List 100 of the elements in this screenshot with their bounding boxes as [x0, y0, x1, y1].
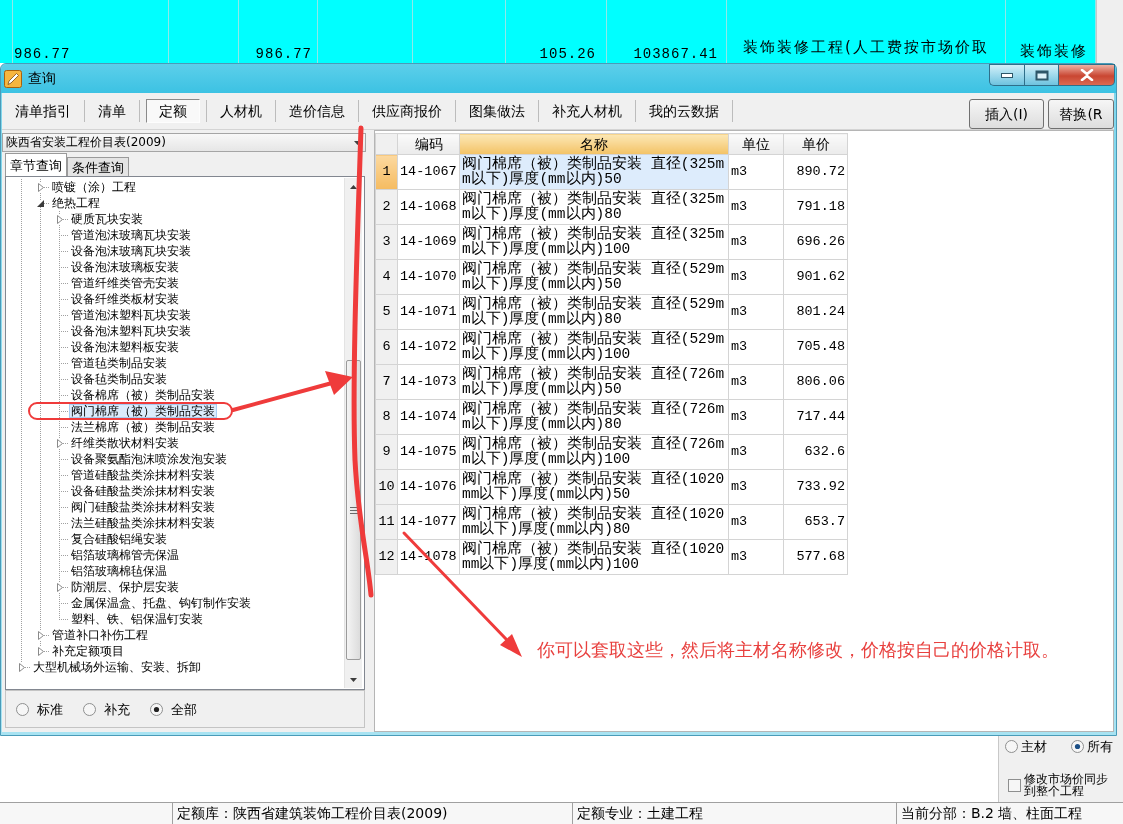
tree-item[interactable]: 铝箔玻璃棉毡保温 [69, 564, 169, 578]
radio-button[interactable]: 补充 [83, 701, 130, 717]
row-number: 4 [375, 259, 398, 295]
table-cell: m3 [728, 224, 784, 260]
table-cell: 632.6 [783, 434, 848, 470]
row-number: 1 [375, 154, 398, 190]
caret-right-icon[interactable] [18, 662, 25, 672]
minimize-button[interactable] [989, 64, 1024, 86]
toolbar-tab[interactable]: 图集做法 [456, 99, 538, 123]
caret-right-icon[interactable] [56, 438, 63, 448]
table-cell: m3 [728, 399, 784, 435]
radio-icon[interactable] [1005, 739, 1018, 753]
tree-item[interactable]: 设备棉席（被）类制品安装 [69, 388, 217, 402]
row-number: 11 [375, 504, 398, 540]
caret-down-right-icon[interactable] [37, 199, 44, 207]
tree-item[interactable]: 设备硅酸盐类涂抹材料安装 [69, 484, 217, 498]
replace-button[interactable]: 替换(R [1048, 99, 1114, 129]
table-cell: 阀门棉席（被）类制品安装 直径(325mm以下)厚度(mm以内)100 [459, 224, 729, 260]
table-cell: 717.44 [783, 399, 848, 435]
caret-up-icon [350, 184, 357, 189]
toolbar-tab[interactable]: 供应商报价 [359, 99, 455, 123]
table-cell: m3 [728, 329, 784, 365]
caret-right-icon[interactable] [37, 182, 44, 192]
tree-item[interactable]: 金属保温盒、托盘、钩钉制作安装 [69, 596, 253, 610]
column-header[interactable]: 单位 [728, 133, 784, 155]
radio-icon[interactable] [1071, 739, 1084, 753]
radio-button[interactable]: 全部 [150, 701, 197, 717]
scrollbar[interactable] [1096, 0, 1123, 63]
radio-button[interactable]: 主材 [1005, 738, 1047, 754]
tree-item[interactable]: 防潮层、保护层安装 [69, 580, 181, 594]
radio-icon[interactable] [150, 702, 163, 716]
table-cell: 阀门棉席（被）类制品安装 直径(1020mm以下)厚度(mm以内)100 [459, 539, 729, 575]
tree-item[interactable]: 塑料、铁、铝保温钉安装 [69, 612, 205, 626]
row-number: 8 [375, 399, 398, 435]
toolbar-tab[interactable]: 清单 [85, 99, 139, 123]
tree-item[interactable]: 管道泡沫玻璃瓦块安装 [69, 228, 193, 242]
tree-item[interactable]: 补充定额项目 [50, 644, 126, 658]
tree-item[interactable]: 阀门硅酸盐类涂抹材料安装 [69, 500, 217, 514]
header-corner [375, 133, 398, 155]
table-cell: m3 [728, 154, 784, 190]
table-cell: m3 [728, 504, 784, 540]
grip-icon [349, 506, 358, 514]
tree-item[interactable]: 设备泡沫塑料板安装 [69, 340, 181, 354]
tree-item[interactable]: 设备泡沫玻璃瓦块安装 [69, 244, 193, 258]
checkbox-icon[interactable] [1008, 778, 1021, 792]
tree-item[interactable]: 设备泡沫玻璃板安装 [69, 260, 181, 274]
tree-item[interactable]: 设备纤维类板材安装 [69, 292, 181, 306]
radio-button[interactable]: 所有 [1071, 738, 1113, 754]
toolbar-tab[interactable]: 清单指引 [2, 99, 84, 123]
close-button[interactable] [1059, 64, 1115, 86]
table-cell: 901.62 [783, 259, 848, 295]
tree-item[interactable]: 复合硅酸铝绳安装 [69, 532, 169, 546]
toolbar-tab[interactable]: 定额 [146, 99, 200, 123]
table-cell: 577.68 [783, 539, 848, 575]
caret-right-icon[interactable] [56, 582, 63, 592]
toolbar-tab[interactable]: 补充人材机 [539, 99, 635, 123]
table-cell: 阀门棉席（被）类制品安装 直径(325mm以下)厚度(mm以内)50 [459, 154, 729, 190]
table-cell: 14-1077 [397, 504, 460, 540]
tree-item[interactable]: 阀门棉席（被）类制品安装 [69, 404, 217, 418]
tree-item[interactable]: 法兰硅酸盐类涂抹材料安装 [69, 516, 217, 530]
column-header[interactable]: 编码 [397, 133, 460, 155]
caret-right-icon[interactable] [37, 646, 44, 656]
tree-item[interactable]: 管道泡沫塑料瓦块安装 [69, 308, 193, 322]
tree-item[interactable]: 铝箔玻璃棉管壳保温 [69, 548, 181, 562]
tree-item[interactable]: 管道毡类制品安装 [69, 356, 169, 370]
library-select[interactable]: 陕西省安装工程价目表(2009) [2, 133, 366, 152]
table-cell: 14-1074 [397, 399, 460, 435]
row-number: 5 [375, 294, 398, 330]
insert-button[interactable]: 插入(I) [969, 99, 1044, 129]
status-text: 当前分部：B.2 墙、柱面工程 [900, 804, 1084, 823]
toolbar-tab[interactable]: 我的云数据 [636, 99, 732, 123]
tree-item[interactable]: 绝热工程 [50, 196, 102, 210]
tree-item[interactable]: 法兰棉席（被）类制品安装 [69, 420, 217, 434]
tree-item[interactable]: 纤维类散状材料安装 [69, 436, 181, 450]
toolbar-tab[interactable]: 造价信息 [276, 99, 358, 123]
tree-item[interactable]: 管道硅酸盐类涂抹材料安装 [69, 468, 217, 482]
column-header[interactable]: 名称 [459, 133, 729, 155]
tree-item[interactable]: 设备聚氨酯泡沫喷涂发泡安装 [69, 452, 229, 466]
maximize-button[interactable] [1024, 64, 1059, 86]
tree-item[interactable]: 大型机械场外运输、安装、拆卸 [31, 660, 203, 674]
tree-item[interactable]: 硬质瓦块安装 [69, 212, 145, 226]
row-number: 3 [375, 224, 398, 260]
checkbox[interactable]: 修改市场价同步到整个工程 [1005, 772, 1123, 798]
tree-item[interactable]: 管道补口补伤工程 [50, 628, 150, 642]
radio-icon[interactable] [83, 702, 96, 716]
radio-button[interactable]: 标准 [16, 701, 63, 717]
query-tab[interactable]: 条件查询 [67, 157, 129, 176]
radio-icon[interactable] [16, 702, 29, 716]
column-header[interactable]: 单价 [783, 133, 848, 155]
toolbar-tab[interactable]: 人材机 [207, 99, 275, 123]
row-number: 6 [375, 329, 398, 365]
caret-right-icon[interactable] [37, 630, 44, 640]
tree-item[interactable]: 喷镀（涂）工程 [50, 180, 138, 194]
tree-item[interactable]: 管道纤维类管壳安装 [69, 276, 181, 290]
tree-item[interactable]: 设备毡类制品安装 [69, 372, 169, 386]
caret-right-icon[interactable] [56, 214, 63, 224]
minimize-icon [1001, 72, 1013, 78]
tree-item[interactable]: 设备泡沫塑料瓦块安装 [69, 324, 193, 338]
table-cell: 阀门棉席（被）类制品安装 直径(726mm以下)厚度(mm以内)80 [459, 399, 729, 435]
query-tab[interactable]: 章节查询 [5, 153, 67, 176]
